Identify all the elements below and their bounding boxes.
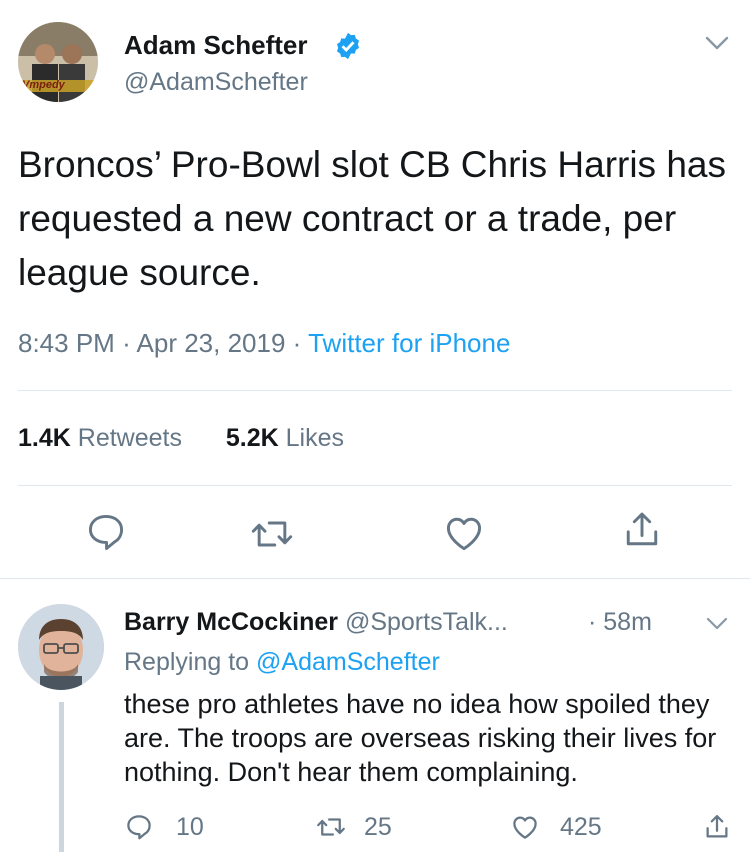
tweet-date: Apr 23, 2019 xyxy=(136,328,286,358)
replying-to-handle[interactable]: @AdamSchefter xyxy=(256,648,440,676)
retweets-count: 1.4K xyxy=(18,424,71,452)
author-avatar[interactable]: Vmpedy xyxy=(18,22,98,102)
reply-icon[interactable] xyxy=(124,812,154,842)
likes-count: 5.2K xyxy=(225,424,279,452)
reply-timestamp: · 58m xyxy=(588,608,652,637)
reply-author-name[interactable]: Barry McCockiner xyxy=(124,608,338,636)
reply-chevron-down-icon[interactable] xyxy=(706,617,728,631)
reply-author-avatar[interactable] xyxy=(18,604,104,690)
author-handle[interactable]: @AdamSchefter xyxy=(124,68,308,97)
thread-line xyxy=(59,702,64,852)
share-icon[interactable] xyxy=(620,508,664,552)
likes-stat[interactable]: 5.2K Likes xyxy=(226,424,344,452)
tweet-text: Broncos’ Pro-Bowl slot CB Chris Harris h… xyxy=(18,144,726,293)
retweets-stat[interactable]: 1.4K Retweets xyxy=(18,424,182,452)
retweet-count: 25 xyxy=(364,812,392,841)
reply-time-ago[interactable]: 58m xyxy=(603,608,652,636)
likes-label: Likes xyxy=(285,424,345,452)
like-count: 425 xyxy=(560,812,602,841)
divider xyxy=(0,578,750,579)
reply-header: Barry McCockiner @SportsTalk... xyxy=(124,608,508,637)
tweet-source-link[interactable]: Twitter for iPhone xyxy=(308,328,510,358)
avatar-caption: Vmpedy xyxy=(22,79,65,91)
tweet-stats: 1.4K Retweets 5.2K Likes xyxy=(18,424,344,453)
reply-text: these pro athletes have no idea how spoi… xyxy=(124,689,717,787)
retweet-icon[interactable] xyxy=(316,812,346,842)
reply-action-like[interactable]: 425 xyxy=(510,812,602,842)
retweets-label: Retweets xyxy=(77,424,182,452)
meta-separator: · xyxy=(292,328,302,358)
verified-badge-icon xyxy=(337,32,359,60)
reply-count: 10 xyxy=(176,812,204,841)
retweet-icon[interactable] xyxy=(250,512,294,556)
like-icon[interactable] xyxy=(442,511,486,555)
reply-action-reply[interactable]: 10 xyxy=(124,812,204,842)
reply-icon[interactable] xyxy=(84,510,128,554)
meta-separator: · xyxy=(122,328,131,358)
author-name[interactable]: Adam Schefter xyxy=(124,30,308,61)
divider xyxy=(18,390,732,391)
tweet-time: 8:43 PM xyxy=(18,328,115,358)
meta-separator: · xyxy=(588,608,597,636)
divider xyxy=(18,485,732,486)
like-icon[interactable] xyxy=(510,812,540,842)
replying-prefix: Replying to xyxy=(124,648,250,676)
share-icon[interactable] xyxy=(702,812,732,842)
tweet-meta: 8:43 PM · Apr 23, 2019 · Twitter for iPh… xyxy=(18,328,510,359)
chevron-down-icon[interactable] xyxy=(704,34,730,52)
reply-action-retweet[interactable]: 25 xyxy=(316,812,392,842)
replying-to: Replying to @AdamSchefter xyxy=(124,648,440,677)
reply-author-handle[interactable]: @SportsTalk... xyxy=(345,608,508,636)
